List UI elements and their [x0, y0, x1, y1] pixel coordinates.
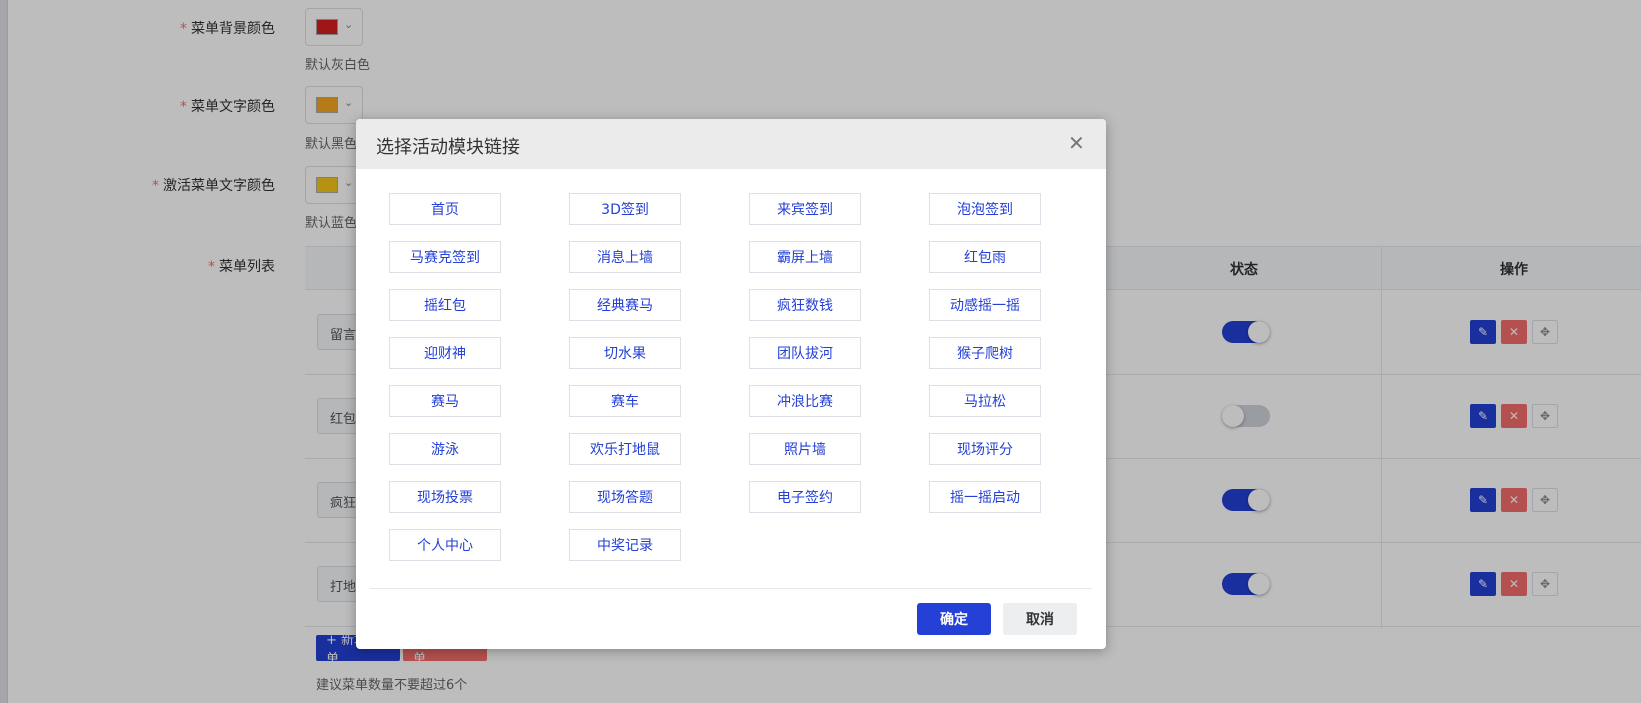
- module-link-button[interactable]: 迎财神: [389, 337, 501, 369]
- module-link-button[interactable]: 个人中心: [389, 529, 501, 561]
- module-link-button[interactable]: 现场答题: [569, 481, 681, 513]
- module-link-button[interactable]: 中奖记录: [569, 529, 681, 561]
- module-link-button[interactable]: 现场投票: [389, 481, 501, 513]
- close-icon[interactable]: ✕: [1068, 133, 1085, 153]
- module-link-button[interactable]: 现场评分: [929, 433, 1041, 465]
- module-link-button[interactable]: 红包雨: [929, 241, 1041, 273]
- module-link-button[interactable]: 照片墙: [749, 433, 861, 465]
- module-link-button[interactable]: 赛马: [389, 385, 501, 417]
- module-link-button[interactable]: 摇一摇启动: [929, 481, 1041, 513]
- module-link-button[interactable]: 团队拔河: [749, 337, 861, 369]
- module-link-button[interactable]: 来宾签到: [749, 193, 861, 225]
- module-link-button[interactable]: 马拉松: [929, 385, 1041, 417]
- module-link-button[interactable]: 猴子爬树: [929, 337, 1041, 369]
- module-link-button[interactable]: 电子签约: [749, 481, 861, 513]
- dialog-header: 选择活动模块链接 ✕: [356, 119, 1106, 169]
- module-link-button[interactable]: 霸屏上墙: [749, 241, 861, 273]
- dialog-title: 选择活动模块链接: [376, 137, 520, 158]
- module-link-button[interactable]: 游泳: [389, 433, 501, 465]
- module-link-button[interactable]: 疯狂数钱: [749, 289, 861, 321]
- module-link-button[interactable]: 欢乐打地鼠: [569, 433, 681, 465]
- module-link-button[interactable]: 3D签到: [569, 193, 681, 225]
- module-link-button[interactable]: 摇红包: [389, 289, 501, 321]
- module-link-button[interactable]: 冲浪比赛: [749, 385, 861, 417]
- module-link-button[interactable]: 消息上墙: [569, 241, 681, 273]
- cancel-button[interactable]: 取消: [1003, 603, 1077, 635]
- module-link-button[interactable]: 泡泡签到: [929, 193, 1041, 225]
- module-link-button[interactable]: 马赛克签到: [389, 241, 501, 273]
- dialog-divider: [370, 588, 1092, 589]
- module-link-button[interactable]: 切水果: [569, 337, 681, 369]
- module-link-button[interactable]: 动感摇一摇: [929, 289, 1041, 321]
- select-module-link-dialog: 选择活动模块链接 ✕ 首页 3D签到 来宾签到 泡泡签到马赛克签到 消息上墙 霸屏上墙 红包…: [356, 119, 1106, 649]
- module-link-button[interactable]: 首页: [389, 193, 501, 225]
- confirm-button[interactable]: 确定: [917, 603, 991, 635]
- module-link-button[interactable]: 经典赛马: [569, 289, 681, 321]
- module-link-button[interactable]: 赛车: [569, 385, 681, 417]
